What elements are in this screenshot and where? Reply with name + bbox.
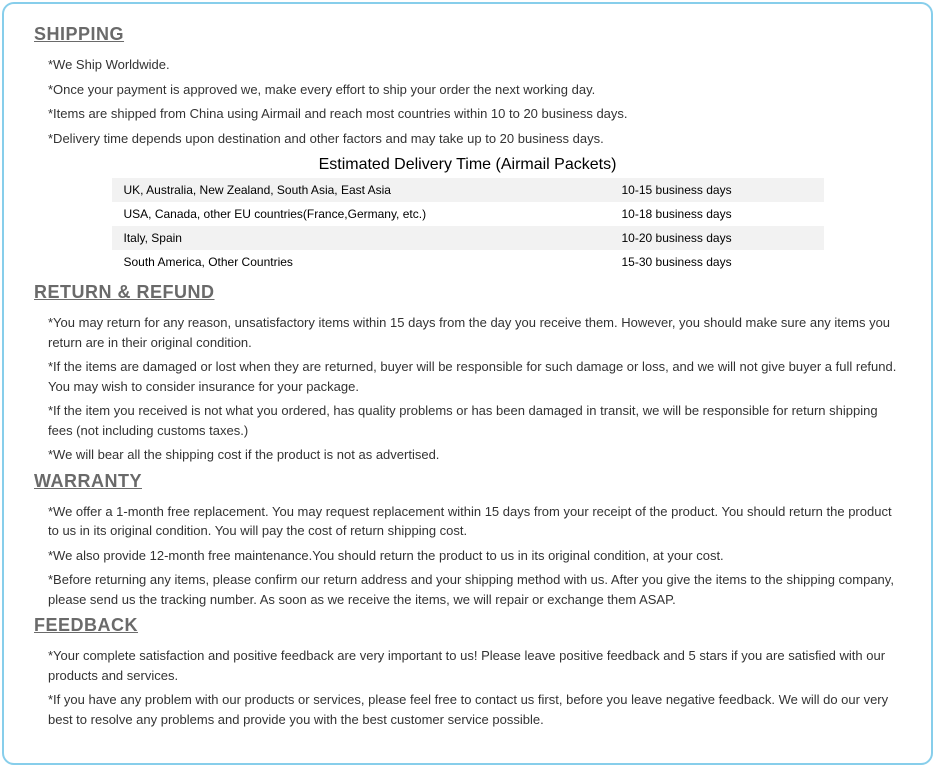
warranty-bullet: *We offer a 1-month free replacement. Yo… xyxy=(48,502,901,541)
shipping-bullet: *Items are shipped from China using Airm… xyxy=(48,104,901,124)
region-cell: USA, Canada, other EU countries(France,G… xyxy=(112,202,610,226)
feedback-bullet: *If you have any problem with our produc… xyxy=(48,690,901,729)
region-cell: Italy, Spain xyxy=(112,226,610,250)
time-cell: 10-18 business days xyxy=(610,202,824,226)
shipping-bullet: *Delivery time depends upon destination … xyxy=(48,129,901,149)
feedback-heading: FEEDBACK xyxy=(34,615,901,636)
time-cell: 10-15 business days xyxy=(610,178,824,202)
warranty-bullet: *Before returning any items, please conf… xyxy=(48,570,901,609)
shipping-bullet: *Once your payment is approved we, make … xyxy=(48,80,901,100)
table-row: South America, Other Countries 15-30 bus… xyxy=(112,250,824,274)
table-row: USA, Canada, other EU countries(France,G… xyxy=(112,202,824,226)
region-cell: South America, Other Countries xyxy=(112,250,610,274)
warranty-section: WARRANTY *We offer a 1-month free replac… xyxy=(34,471,901,610)
table-row: Italy, Spain 10-20 business days xyxy=(112,226,824,250)
return-bullet: *We will bear all the shipping cost if t… xyxy=(48,445,901,465)
return-bullet: *You may return for any reason, unsatisf… xyxy=(48,313,901,352)
time-cell: 15-30 business days xyxy=(610,250,824,274)
return-bullets: *You may return for any reason, unsatisf… xyxy=(34,313,901,465)
warranty-heading: WARRANTY xyxy=(34,471,901,492)
warranty-bullet: *We also provide 12-month free maintenan… xyxy=(48,546,901,566)
delivery-table: UK, Australia, New Zealand, South Asia, … xyxy=(112,178,824,274)
return-bullet: *If the item you received is not what yo… xyxy=(48,401,901,440)
feedback-bullets: *Your complete satisfaction and positive… xyxy=(34,646,901,729)
feedback-bullet: *Your complete satisfaction and positive… xyxy=(48,646,901,685)
region-cell: UK, Australia, New Zealand, South Asia, … xyxy=(112,178,610,202)
shipping-bullet: *We Ship Worldwide. xyxy=(48,55,901,75)
table-row: UK, Australia, New Zealand, South Asia, … xyxy=(112,178,824,202)
time-cell: 10-20 business days xyxy=(610,226,824,250)
policy-document: SHIPPING *We Ship Worldwide. *Once your … xyxy=(2,2,933,765)
warranty-bullets: *We offer a 1-month free replacement. Yo… xyxy=(34,502,901,610)
shipping-section: SHIPPING *We Ship Worldwide. *Once your … xyxy=(34,24,901,274)
return-heading: RETURN & REFUND xyxy=(34,282,901,303)
shipping-bullets: *We Ship Worldwide. *Once your payment i… xyxy=(34,55,901,148)
return-bullet: *If the items are damaged or lost when t… xyxy=(48,357,901,396)
shipping-heading: SHIPPING xyxy=(34,24,901,45)
return-section: RETURN & REFUND *You may return for any … xyxy=(34,282,901,465)
delivery-table-title: Estimated Delivery Time (Airmail Packets… xyxy=(34,156,901,174)
feedback-section: FEEDBACK *Your complete satisfaction and… xyxy=(34,615,901,729)
